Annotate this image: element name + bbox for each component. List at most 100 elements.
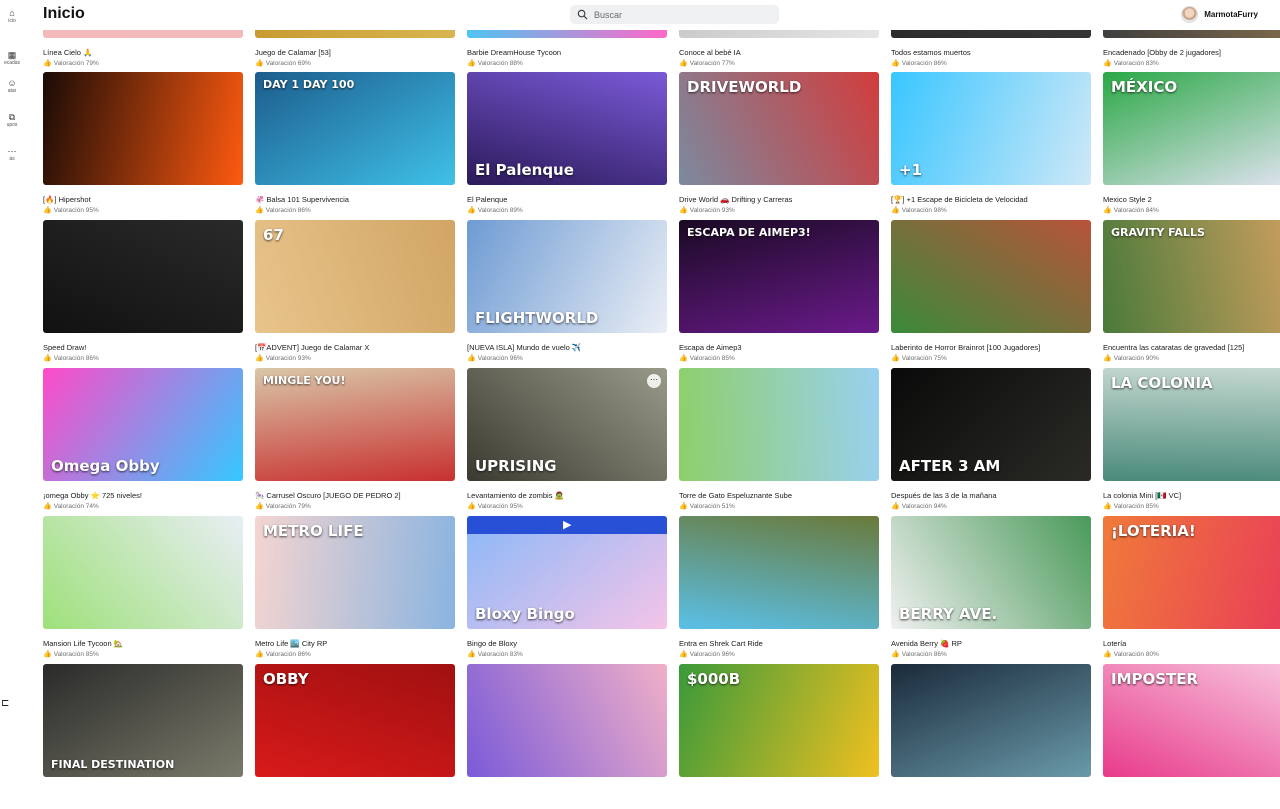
game-card[interactable]: ESCAPA DE AIMEP3! Escapa de Aimep3 👍 Valora… [679, 220, 879, 365]
game-card[interactable]: 67 [📅ADVENT] Juego de Calamar X 👍 Valoració… [255, 220, 455, 365]
play-button[interactable]: ▶ [467, 516, 667, 534]
game-thumbnail[interactable] [679, 368, 879, 481]
game-thumbnail[interactable]: Omega Obby [43, 368, 243, 481]
game-card[interactable]: El Palenque El Palenque 👍 Valoración 89% [467, 72, 667, 217]
game-title[interactable]: Metro Life 🏙️ City RP [255, 639, 455, 648]
game-title[interactable]: El Palenque [467, 195, 667, 204]
game-title[interactable]: [🏆] +1 Escape de Bicicleta de Velocidad [891, 195, 1091, 204]
collapse-icon[interactable]: ⊏ [1, 698, 9, 709]
game-card[interactable]: DAY 1 DAY 100 🦑 Balsa 101 Supervivencia 👍 V… [255, 72, 455, 217]
sidebar-item-charts[interactable]: ▦ ecadas [0, 50, 24, 66]
sidebar-item-more[interactable]: ⋯ ás [0, 146, 24, 162]
game-thumbnail[interactable]: 67 [255, 220, 455, 333]
game-card[interactable]: Torre de Gato Espeluznante Sube 👍 Valoraci… [679, 368, 879, 513]
game-thumbnail[interactable]: DRIVEWORLD [679, 72, 879, 185]
game-card[interactable]: [🔥] Hipershot 👍 Valoración 95% [43, 72, 243, 217]
game-title[interactable]: Todos estamos muertos [891, 48, 1091, 57]
game-card[interactable]: Omega Obby ¡omega Obby ⭐ 725 niveles! 👍 Val… [43, 368, 243, 513]
game-title[interactable]: Escapa de Aimep3 [679, 343, 879, 352]
game-thumbnail[interactable] [43, 516, 243, 629]
game-card[interactable] [467, 664, 667, 809]
game-title[interactable]: [📅ADVENT] Juego de Calamar X [255, 343, 455, 352]
game-thumbnail[interactable]: MINGLE YOU! [255, 368, 455, 481]
game-thumbnail[interactable]: El Palenque [467, 72, 667, 185]
game-card[interactable]: BERRY AVE. Avenida Berry 🍓 RP 👍 Valoración … [891, 516, 1091, 661]
game-title[interactable]: [NUEVA ISLA] Mundo de vuelo ✈️ [467, 343, 667, 352]
game-title[interactable]: Encadenado [Obby de 2 jugadores] [1103, 48, 1280, 57]
game-thumbnail[interactable]: ▶ Bloxy Bingo [467, 516, 667, 629]
game-title[interactable]: ¡omega Obby ⭐ 725 niveles! [43, 491, 243, 500]
game-thumbnail[interactable]: FINAL DESTINATION [43, 664, 243, 777]
game-title[interactable]: [🔥] Hipershot [43, 195, 243, 204]
game-card[interactable]: AFTER 3 AM Después de las 3 de la mañana 👍… [891, 368, 1091, 513]
game-title[interactable]: Avenida Berry 🍓 RP [891, 639, 1091, 648]
game-title[interactable]: Lotería [1103, 639, 1280, 648]
sidebar-item-home[interactable]: ⌂ icio [0, 8, 24, 24]
game-card[interactable]: DRIVEWORLD Drive World 🚗 Drifting y Carre… [679, 72, 879, 217]
game-title[interactable]: Después de las 3 de la mañana [891, 491, 1091, 500]
game-card[interactable]: ¡LOTERIA! Lotería 👍 Valoración 80% [1103, 516, 1280, 661]
game-title[interactable]: Mansion Life Tycoon 🏡 [43, 639, 243, 648]
search-input[interactable]: Buscar [570, 5, 779, 24]
game-title[interactable]: Encuentra las cataratas de gravedad [125… [1103, 343, 1280, 352]
game-thumbnail[interactable] [43, 220, 243, 333]
game-title[interactable]: Barbie DreamHouse Tycoon [467, 48, 667, 57]
game-card[interactable]: FLIGHTWORLD [NUEVA ISLA] Mundo de vuelo ✈… [467, 220, 667, 365]
game-card[interactable]: ⋯ UPRISING Levantamiento de zombis 🧟 👍 Valor… [467, 368, 667, 513]
game-card[interactable]: Speed Draw! 👍 Valoración 86% [43, 220, 243, 365]
game-thumbnail[interactable]: BERRY AVE. [891, 516, 1091, 629]
game-card[interactable]: ▶ Bloxy Bingo Bingo de Bloxy 👍 Valoración 83… [467, 516, 667, 661]
game-card[interactable]: OBBY [255, 664, 455, 809]
game-thumbnail[interactable]: AFTER 3 AM [891, 368, 1091, 481]
game-card[interactable]: IMPOSTER [1103, 664, 1280, 809]
game-title[interactable]: Línea Cielo 🙏 [43, 48, 243, 57]
game-thumbnail[interactable]: MÉXICO [1103, 72, 1280, 185]
game-card[interactable]: $000B [679, 664, 879, 809]
game-thumbnail[interactable]: OBBY [255, 664, 455, 777]
user-menu[interactable]: MarmotaFurry [1181, 6, 1258, 23]
game-thumbnail[interactable]: ⋯ UPRISING [467, 368, 667, 481]
game-card[interactable]: Entra en Shrek Cart Ride 👍 Valoración 96% [679, 516, 879, 661]
game-card[interactable]: MÉXICO Mexico Style 2 👍 Valoración 84% [1103, 72, 1280, 217]
game-title[interactable]: Speed Draw! [43, 343, 243, 352]
game-title[interactable]: 🎠 Carrusel Oscuro [JUEGO DE PEDRO 2] [255, 491, 455, 500]
game-thumbnail[interactable]: $000B [679, 664, 879, 777]
game-thumbnail[interactable] [891, 220, 1091, 333]
game-thumbnail[interactable]: GRAVITY FALLS [1103, 220, 1280, 333]
game-card[interactable]: +1 [🏆] +1 Escape de Bicicleta de Velocida… [891, 72, 1091, 217]
game-thumbnail[interactable]: LA COLONIA [1103, 368, 1280, 481]
game-thumbnail[interactable]: +1 [891, 72, 1091, 185]
game-thumbnail[interactable]: IMPOSTER [1103, 664, 1280, 777]
game-card[interactable]: Mansion Life Tycoon 🏡 👍 Valoración 85% [43, 516, 243, 661]
game-thumbnail[interactable]: FLIGHTWORLD [467, 220, 667, 333]
game-title[interactable]: Conoce al bebé IA [679, 48, 879, 57]
game-card[interactable]: LA COLONIA La colonia Mini [🇲🇽 VC] 👍 Valora… [1103, 368, 1280, 513]
game-thumbnail[interactable] [467, 664, 667, 777]
game-thumbnail[interactable]: ¡LOTERIA! [1103, 516, 1280, 629]
game-card[interactable]: METRO LIFE Metro Life 🏙️ City RP 👍 Valoraci… [255, 516, 455, 661]
game-thumbnail[interactable]: ESCAPA DE AIMEP3! [679, 220, 879, 333]
game-thumbnail[interactable] [679, 516, 879, 629]
sidebar-item-avatar[interactable]: ☺ atar [0, 78, 24, 94]
game-card[interactable] [891, 664, 1091, 809]
game-title[interactable]: 🦑 Balsa 101 Supervivencia [255, 195, 455, 204]
more-options-icon[interactable]: ⋯ [647, 374, 661, 388]
game-title[interactable]: Levantamiento de zombis 🧟 [467, 491, 667, 500]
game-thumbnail[interactable]: METRO LIFE [255, 516, 455, 629]
avatar[interactable] [1181, 6, 1199, 23]
game-title[interactable]: Laberinto de Horror Brainrot [100 Jugado… [891, 343, 1091, 352]
game-card[interactable]: GRAVITY FALLS Encuentra las cataratas de … [1103, 220, 1280, 365]
game-title[interactable]: Torre de Gato Espeluznante Sube [679, 491, 879, 500]
game-title[interactable]: Entra en Shrek Cart Ride [679, 639, 879, 648]
game-card[interactable]: FINAL DESTINATION [43, 664, 243, 809]
game-thumbnail[interactable] [43, 72, 243, 185]
game-title[interactable]: La colonia Mini [🇲🇽 VC] [1103, 491, 1280, 500]
game-thumbnail[interactable]: DAY 1 DAY 100 [255, 72, 455, 185]
game-title[interactable]: Drive World 🚗 Drifting y Carreras [679, 195, 879, 204]
game-card[interactable]: Laberinto de Horror Brainrot [100 Jugado… [891, 220, 1091, 365]
game-card[interactable]: MINGLE YOU! 🎠 Carrusel Oscuro [JUEGO DE P… [255, 368, 455, 513]
sidebar-item-groups[interactable]: ⧉ upos [0, 112, 24, 128]
game-title[interactable]: Mexico Style 2 [1103, 195, 1280, 204]
game-title[interactable]: Bingo de Bloxy [467, 639, 667, 648]
game-title[interactable]: Juego de Calamar [53] [255, 48, 455, 57]
